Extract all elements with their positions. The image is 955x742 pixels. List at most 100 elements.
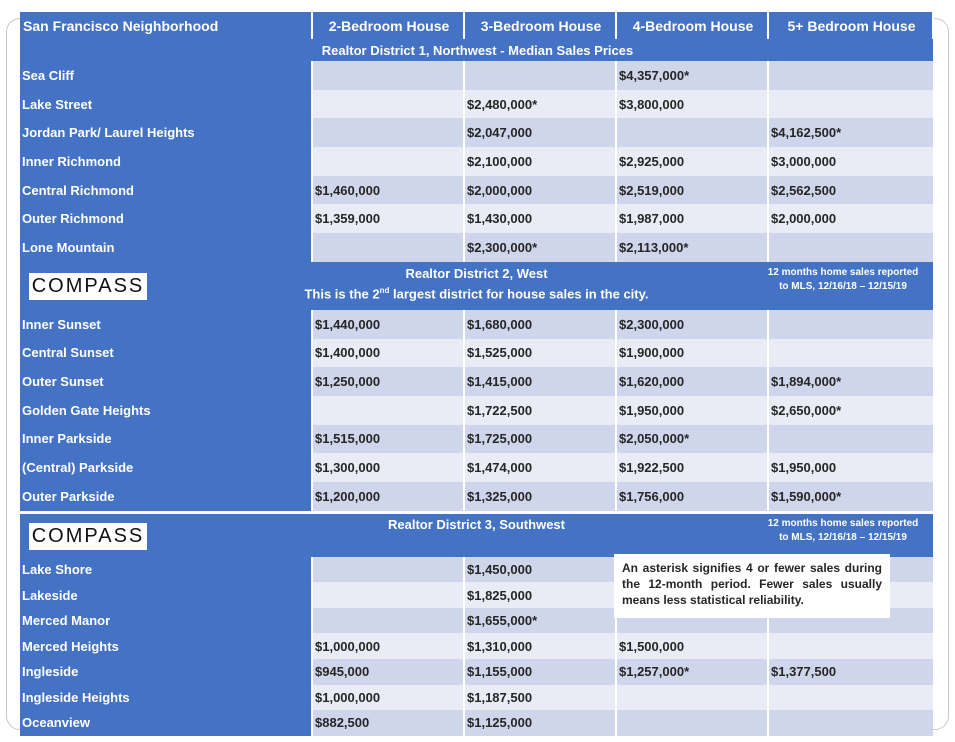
table-row: Outer Sunset $1,250,000 $1,415,000 $1,620,0… — [20, 367, 933, 396]
price-4-bedroom: $1,987,000 — [615, 204, 768, 234]
price-4-bedroom: $2,519,000 — [615, 175, 768, 205]
table-row: Sea Cliff $4,357,000* — [20, 61, 933, 90]
price-3-bedroom: $1,474,000 — [463, 453, 616, 482]
price-3-bedroom: $2,300,000* — [463, 233, 616, 262]
price-2-bedroom — [311, 147, 464, 176]
district2-subtitle-pre: This is the 2 — [304, 286, 380, 302]
price-2-bedroom: $882,500 — [311, 710, 464, 736]
price-5-bedroom — [767, 61, 933, 90]
neighborhood-name: Lake Shore — [20, 556, 312, 583]
neighborhood-name: Outer Parkside — [20, 481, 312, 511]
district2-subtitle-sup: nd — [379, 285, 390, 295]
table-row: Central Richmond $1,460,000 $2,000,000 $2,5… — [20, 175, 933, 205]
district2-band: COMPASS Realtor District 2, West This is… — [20, 261, 933, 310]
price-5-bedroom: $1,377,500 — [767, 659, 933, 685]
neighborhood-name: Inner Parkside — [20, 424, 312, 454]
price-2-bedroom: $1,400,000 — [311, 338, 464, 368]
table-row: (Central) Parkside $1,300,000 $1,474,000 $1… — [20, 453, 933, 482]
price-3-bedroom: $2,047,000 — [463, 118, 616, 148]
price-4-bedroom: $1,922,500 — [615, 453, 768, 482]
neighborhood-name: Ingleside Heights — [20, 684, 312, 711]
price-4-bedroom: $2,050,000* — [615, 424, 768, 454]
price-3-bedroom: $1,525,000 — [463, 338, 616, 368]
price-3-bedroom: $2,480,000* — [463, 89, 616, 119]
neighborhood-name: Merced Heights — [20, 633, 312, 659]
price-2-bedroom — [311, 61, 464, 90]
price-4-bedroom: $1,900,000 — [615, 338, 768, 368]
price-5-bedroom — [767, 424, 933, 454]
price-5-bedroom — [767, 710, 933, 736]
header-5-bedroom: 5+ Bedroom House — [768, 12, 934, 39]
price-3-bedroom: $1,450,000 — [463, 556, 616, 583]
price-2-bedroom: $1,460,000 — [311, 175, 464, 205]
price-2-bedroom — [311, 118, 464, 148]
price-4-bedroom — [615, 710, 768, 736]
neighborhood-name: Sea Cliff — [20, 61, 312, 90]
district1-band: Realtor District 1, Northwest - Median S… — [20, 39, 933, 61]
table-row: Lake Street $2,480,000* $3,800,000 — [20, 89, 933, 119]
price-5-bedroom — [767, 633, 933, 659]
neighborhood-name: Inner Richmond — [20, 147, 312, 176]
neighborhood-name: Central Richmond — [20, 175, 312, 205]
price-3-bedroom: $1,187,500 — [463, 684, 616, 711]
price-5-bedroom: $1,590,000* — [767, 481, 933, 511]
price-2-bedroom: $1,000,000 — [311, 684, 464, 711]
price-2-bedroom: $1,515,000 — [311, 424, 464, 454]
price-3-bedroom: $1,125,000 — [463, 710, 616, 736]
price-4-bedroom: $1,756,000 — [615, 481, 768, 511]
neighborhood-name: Lakeside — [20, 582, 312, 608]
district2-note: 12 months home sales reported to MLS, 12/… — [759, 266, 927, 294]
header-2-bedroom: 2-Bedroom House — [312, 12, 465, 39]
table-row: Outer Richmond $1,359,000 $1,430,000 $1,987… — [20, 204, 933, 234]
table-row: Inner Sunset $1,440,000 $1,680,000 $2,300,0… — [20, 309, 933, 339]
district3-note-line1: 12 months home sales reported — [767, 517, 919, 529]
neighborhood-name: (Central) Parkside — [20, 453, 312, 482]
price-2-bedroom: $1,250,000 — [311, 367, 464, 396]
neighborhood-name: Lone Mountain — [20, 233, 312, 262]
table-row: Inner Parkside $1,515,000 $1,725,000 $2,050… — [20, 424, 933, 454]
header-3-bedroom: 3-Bedroom House — [464, 12, 617, 39]
price-4-bedroom — [615, 118, 768, 148]
price-4-bedroom: $1,620,000 — [615, 367, 768, 396]
price-3-bedroom: $1,680,000 — [463, 309, 616, 339]
table-row: Merced Heights $1,000,000 $1,310,000 $1,500… — [20, 633, 933, 659]
district2-note-line1: 12 months home sales reported — [767, 266, 919, 278]
price-4-bedroom: $2,300,000 — [615, 309, 768, 339]
price-3-bedroom — [463, 61, 616, 90]
price-4-bedroom — [615, 684, 768, 711]
price-4-bedroom: $1,950,000 — [615, 395, 768, 425]
table-row: Oceanview $882,500 $1,125,000 — [20, 710, 933, 736]
price-3-bedroom: $1,325,000 — [463, 481, 616, 511]
price-2-bedroom: $1,200,000 — [311, 481, 464, 511]
price-3-bedroom: $2,000,000 — [463, 175, 616, 205]
price-3-bedroom: $1,430,000 — [463, 204, 616, 234]
price-4-bedroom: $2,925,000 — [615, 147, 768, 176]
price-5-bedroom: $1,894,000* — [767, 367, 933, 396]
price-3-bedroom: $1,415,000 — [463, 367, 616, 396]
district2-subtitle-post: largest district for house sales in the … — [389, 286, 649, 302]
price-4-bedroom: $3,800,000 — [615, 89, 768, 119]
price-2-bedroom — [311, 607, 464, 634]
neighborhood-name: Lake Street — [20, 89, 312, 119]
district2-note-line2: to MLS, 12/16/18 – 12/15/19 — [779, 280, 907, 292]
price-2-bedroom: $1,300,000 — [311, 453, 464, 482]
neighborhood-name: Inner Sunset — [20, 309, 312, 339]
district3-note: 12 months home sales reported to MLS, 12/… — [759, 517, 927, 545]
price-5-bedroom: $3,000,000 — [767, 147, 933, 176]
table-row: Inner Richmond $2,100,000 $2,925,000 $3,000… — [20, 147, 933, 176]
price-5-bedroom — [767, 233, 933, 262]
price-4-bedroom: $1,500,000 — [615, 633, 768, 659]
price-3-bedroom: $1,722,500 — [463, 395, 616, 425]
neighborhood-name: Oceanview — [20, 710, 312, 736]
table-row: Outer Parkside $1,200,000 $1,325,000 $1,756… — [20, 481, 933, 511]
table-row: Jordan Park/ Laurel Heights $2,047,000 $4,… — [20, 118, 933, 148]
neighborhood-name: Golden Gate Heights — [20, 395, 312, 425]
price-2-bedroom — [311, 233, 464, 262]
price-2-bedroom — [311, 395, 464, 425]
header-row: San Francisco Neighborhood 2-Bedroom Hou… — [20, 12, 934, 39]
table-row: Central Sunset $1,400,000 $1,525,000 $1,900… — [20, 338, 933, 368]
price-4-bedroom: $4,357,000* — [615, 61, 768, 90]
price-5-bedroom — [767, 309, 933, 339]
price-5-bedroom — [767, 338, 933, 368]
price-5-bedroom: $4,162,500* — [767, 118, 933, 148]
